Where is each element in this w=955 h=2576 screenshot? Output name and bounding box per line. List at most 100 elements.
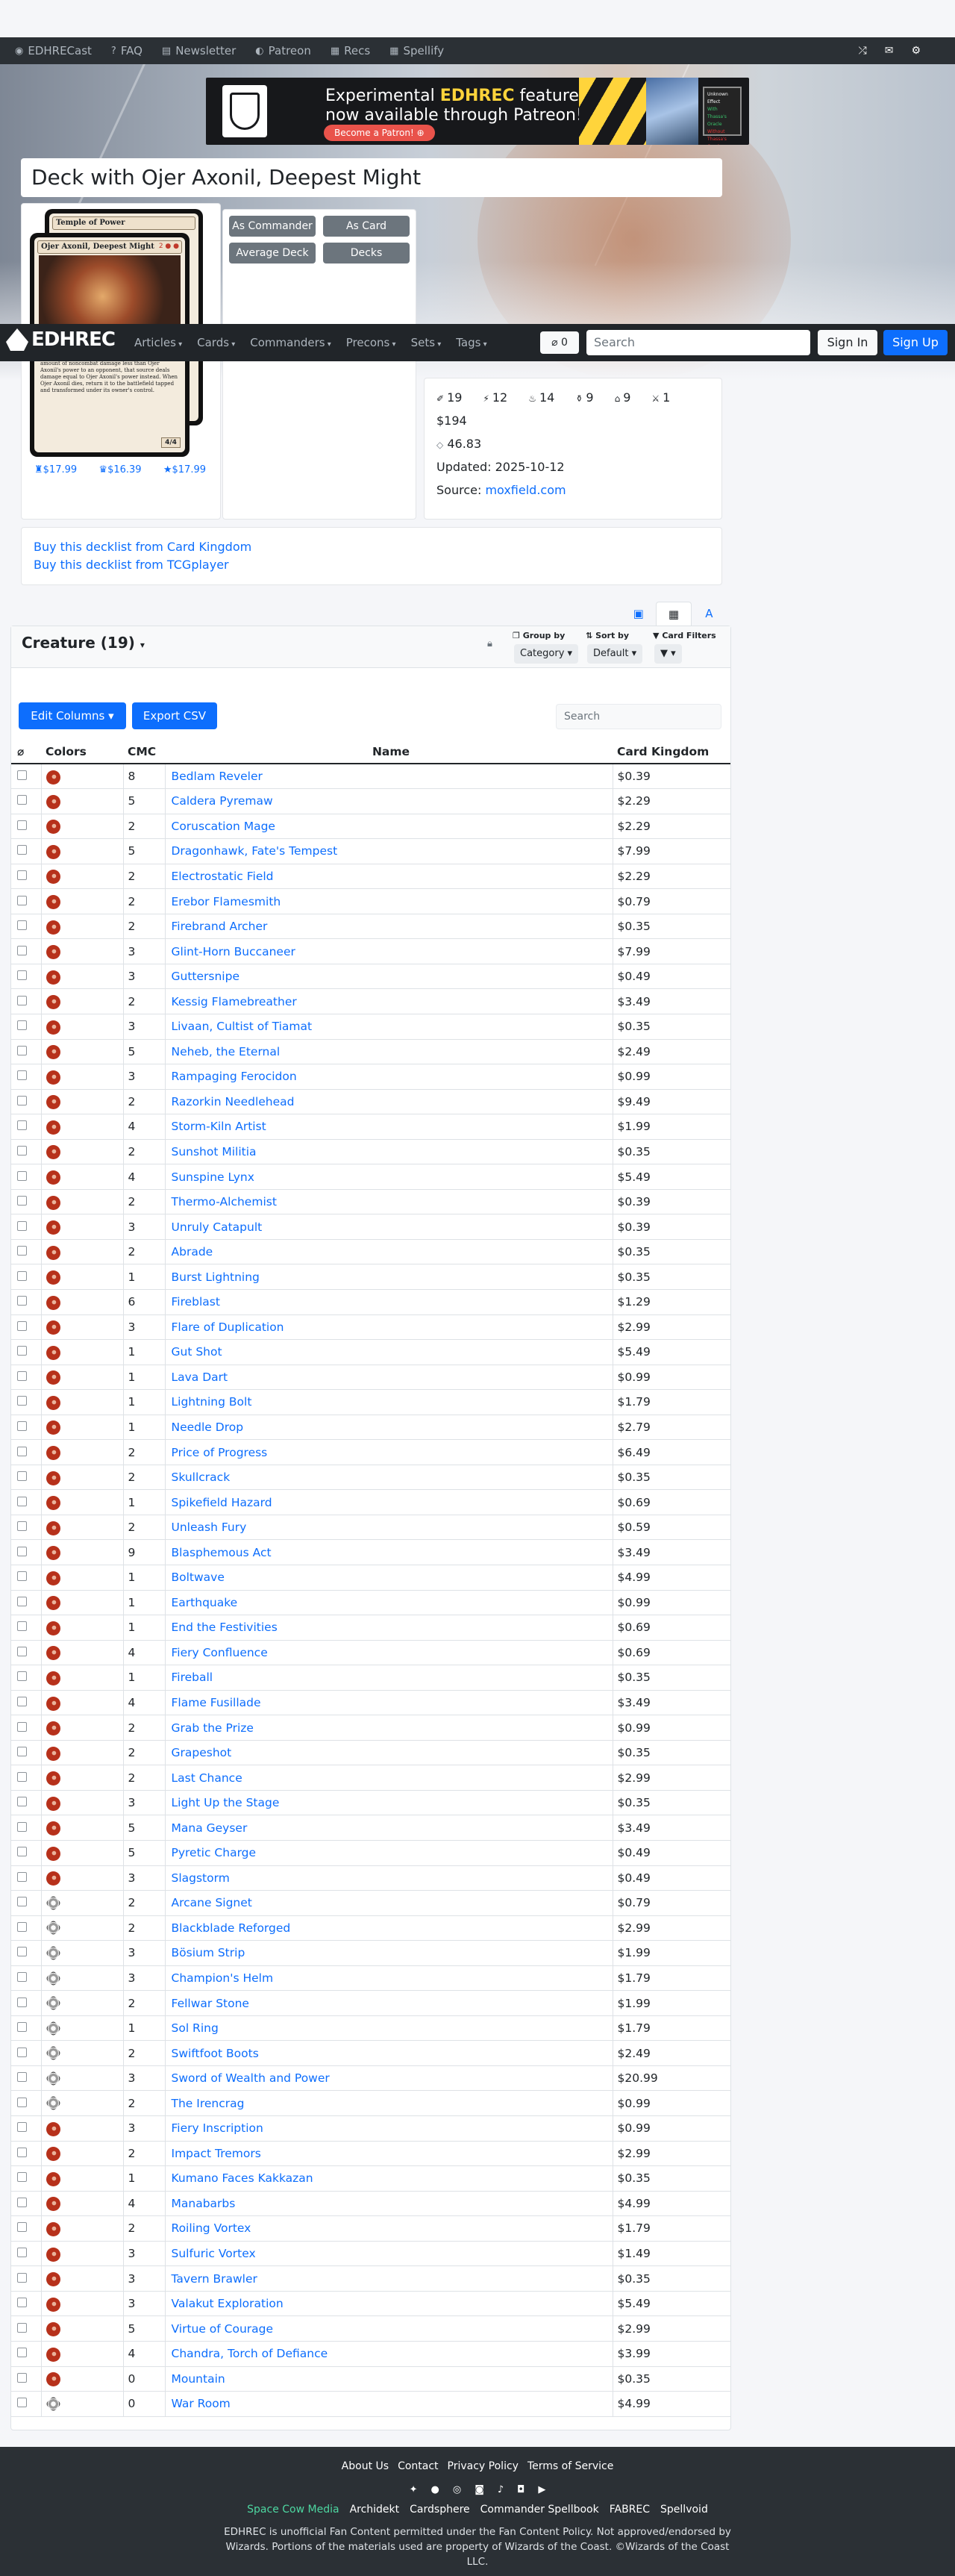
card-name-link[interactable]: War Room — [172, 2397, 231, 2410]
partner-link[interactable]: Space Cow Media — [247, 2504, 339, 2516]
row-checkbox[interactable] — [17, 1671, 27, 1682]
patreon-banner[interactable]: Experimental EDHREC features, now availa… — [206, 78, 749, 145]
row-checkbox[interactable] — [17, 1420, 27, 1431]
card-name-link[interactable]: Electrostatic Field — [172, 870, 274, 883]
partner-link[interactable]: Cardsphere — [410, 2504, 469, 2516]
row-checkbox[interactable] — [17, 1496, 27, 1506]
edit-columns-button[interactable]: Edit Columns ▾ — [19, 702, 126, 729]
row-checkbox[interactable] — [17, 1070, 27, 1081]
card-name-link[interactable]: Roiling Vortex — [172, 2221, 251, 2235]
row-checkbox[interactable] — [17, 1747, 27, 1757]
twitch-icon[interactable]: ◘ — [517, 2484, 525, 2495]
card-name-link[interactable]: Flare of Duplication — [172, 1320, 284, 1334]
card-name-link[interactable]: Sword of Wealth and Power — [172, 2071, 330, 2085]
row-checkbox[interactable] — [17, 2072, 27, 2083]
card-name-link[interactable]: Kessig Flamebreather — [172, 995, 297, 1008]
card-name-link[interactable]: Last Chance — [172, 1771, 242, 1785]
card-name-link[interactable]: Earthquake — [172, 1596, 238, 1609]
card-name-link[interactable]: Coruscation Mage — [172, 820, 275, 833]
average-deck-button[interactable]: Average Deck — [229, 243, 316, 263]
row-checkbox[interactable] — [17, 1947, 27, 1957]
row-checkbox[interactable] — [17, 870, 27, 880]
tiktok-icon[interactable]: ♪ — [498, 2484, 504, 2495]
export-csv-button[interactable]: Export CSV — [132, 702, 217, 729]
instagram-icon[interactable]: ◎ — [453, 2484, 461, 2495]
row-checkbox[interactable] — [17, 1771, 27, 1782]
sort-by-select[interactable]: Default ▾ — [587, 644, 643, 664]
card-price[interactable]: ♛$16.39 — [98, 464, 141, 475]
shuffle-icon[interactable]: ⤮ — [859, 45, 867, 57]
row-checkbox[interactable] — [17, 895, 27, 905]
card-name-link[interactable]: Mana Geyser — [172, 1821, 248, 1835]
card-name-link[interactable]: Caldera Pyremaw — [172, 794, 273, 808]
cmc-header[interactable]: CMC — [123, 740, 165, 764]
card-name-link[interactable]: Blackblade Reforged — [172, 1921, 291, 1935]
row-checkbox[interactable] — [17, 2322, 27, 2333]
paperclip-icon[interactable]: ⌀ — [11, 740, 41, 764]
card-name-link[interactable]: Unleash Fury — [172, 1521, 247, 1534]
card-name-link[interactable]: Glint-Horn Buccaneer — [172, 945, 295, 958]
card-name-link[interactable]: Fellwar Stone — [172, 1997, 249, 2010]
card-name-link[interactable]: Chandra, Torch of Defiance — [172, 2347, 328, 2360]
card-name-link[interactable]: Boltwave — [172, 1571, 225, 1584]
card-name-link[interactable]: Erebor Flamesmith — [172, 895, 281, 908]
card-name-link[interactable]: Virtue of Courage — [172, 2322, 274, 2336]
facebook-icon[interactable]: ● — [431, 2484, 439, 2495]
row-checkbox[interactable] — [17, 2147, 27, 2157]
footer-link[interactable]: Terms of Service — [527, 2460, 613, 2472]
card-name-link[interactable]: Pyretic Charge — [172, 1846, 257, 1859]
card-name-link[interactable]: Light Up the Stage — [172, 1796, 280, 1809]
row-checkbox[interactable] — [17, 1020, 27, 1031]
row-checkbox[interactable] — [17, 1170, 27, 1181]
row-checkbox[interactable] — [17, 1270, 27, 1281]
row-checkbox[interactable] — [17, 2022, 27, 2033]
table-view-icon[interactable]: ▦ — [656, 602, 692, 626]
row-checkbox[interactable] — [17, 1546, 27, 1556]
partner-link[interactable]: Commander Spellbook — [480, 2504, 599, 2516]
row-checkbox[interactable] — [17, 2047, 27, 2057]
footer-link[interactable]: About Us — [342, 2460, 389, 2472]
table-search-input[interactable]: Search — [556, 704, 721, 729]
nav-sets-dropdown[interactable]: Sets — [411, 336, 442, 349]
topbar-link-newsletter[interactable]: ▤ Newsletter — [162, 44, 236, 57]
row-checkbox[interactable] — [17, 2097, 27, 2107]
row-checkbox[interactable] — [17, 820, 27, 830]
card-name-link[interactable]: Champion's Helm — [172, 1971, 274, 1985]
card-name-link[interactable]: Slagstorm — [172, 1871, 230, 1885]
card-name-link[interactable]: Storm-Kiln Artist — [172, 1120, 266, 1133]
buy-tcgplayer-link[interactable]: Buy this decklist from TCGplayer — [34, 558, 229, 572]
row-checkbox[interactable] — [17, 1095, 27, 1105]
row-checkbox[interactable] — [17, 1521, 27, 1532]
card-name-link[interactable]: Grapeshot — [172, 1746, 232, 1759]
partner-link[interactable]: Spellvoid — [660, 2504, 708, 2516]
card-name-link[interactable]: Lava Dart — [172, 1370, 228, 1384]
topbar-link-patreon[interactable]: ◐ Patreon — [255, 44, 311, 57]
card-price[interactable]: ★$17.99 — [163, 464, 206, 475]
nav-search-input[interactable]: Search — [586, 330, 810, 355]
lock-icon[interactable]: 🔒︎ — [487, 638, 492, 649]
row-checkbox[interactable] — [17, 1296, 27, 1306]
card-name-link[interactable]: Mountain — [172, 2372, 225, 2386]
row-checkbox[interactable] — [17, 2348, 27, 2358]
row-checkbox[interactable] — [17, 1370, 27, 1381]
row-checkbox[interactable] — [17, 1145, 27, 1156]
row-checkbox[interactable] — [17, 1972, 27, 1983]
card-name-link[interactable]: Burst Lightning — [172, 1270, 260, 1284]
nav-precons-dropdown[interactable]: Precons — [346, 336, 396, 349]
nav-commanders-dropdown[interactable]: Commanders — [250, 336, 331, 349]
decks-button[interactable]: Decks — [323, 243, 410, 263]
card-name-link[interactable]: Unruly Catapult — [172, 1220, 263, 1234]
card-name-link[interactable]: End the Festivities — [172, 1621, 278, 1634]
row-checkbox[interactable] — [17, 2197, 27, 2207]
card-name-link[interactable]: Lightning Bolt — [172, 1395, 252, 1409]
row-checkbox[interactable] — [17, 845, 27, 855]
buy-card-kingdom-link[interactable]: Buy this decklist from Card Kingdom — [34, 540, 251, 554]
row-checkbox[interactable] — [17, 2248, 27, 2258]
row-checkbox[interactable] — [17, 1897, 27, 1907]
card-name-link[interactable]: Fireblast — [172, 1295, 220, 1309]
row-checkbox[interactable] — [17, 945, 27, 955]
row-checkbox[interactable] — [17, 995, 27, 1005]
row-checkbox[interactable] — [17, 920, 27, 931]
card-name-link[interactable]: Needle Drop — [172, 1420, 244, 1434]
bluesky-icon[interactable]: ✦ — [410, 2484, 418, 2495]
